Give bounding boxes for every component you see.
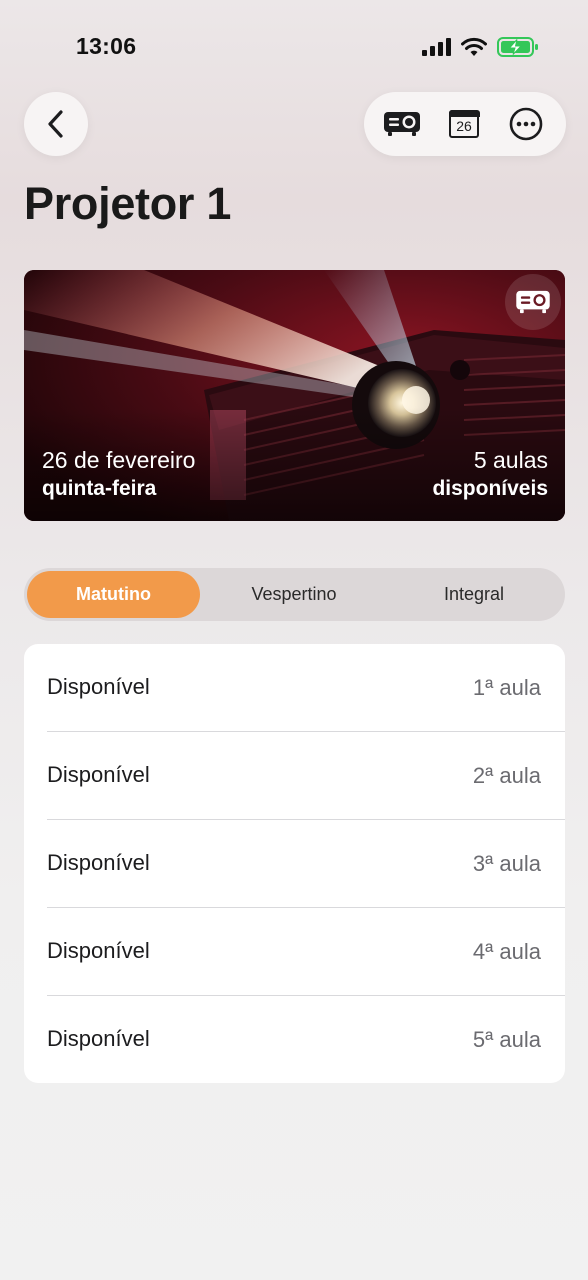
status-time: 13:06 <box>76 33 137 59</box>
page-title: Projetor 1 <box>24 178 232 229</box>
slot-status: Disponível <box>47 850 150 875</box>
list-item[interactable]: Disponível 1ª aula <box>24 644 565 732</box>
hero-weekday: quinta-feira <box>42 477 157 500</box>
battery-charging-icon <box>497 37 538 57</box>
slot-number: 3ª aula <box>472 851 541 876</box>
slot-number: 2ª aula <box>472 763 541 788</box>
slot-status: Disponível <box>47 762 150 787</box>
hero-available-count: 5 aulas <box>473 447 548 473</box>
segment-matutino[interactable]: Matutino <box>27 571 200 618</box>
hero-card: 26 de fevereiro quinta-feira 5 aulas dis… <box>24 270 565 521</box>
slot-list: Disponível 1ª aula Disponível 2ª aula Di… <box>24 644 565 1083</box>
slot-number: 4ª aula <box>472 939 541 964</box>
chevron-left-icon <box>48 110 63 138</box>
calendar-icon: 26 <box>448 109 480 138</box>
calendar-day: 26 <box>456 118 472 134</box>
ellipsis-circle-icon <box>509 107 543 141</box>
list-item[interactable]: Disponível 3ª aula <box>24 820 565 908</box>
projector-icon <box>516 290 550 314</box>
more-button[interactable] <box>506 104 546 144</box>
status-bar: 13:06 <box>0 0 588 90</box>
header-actions: 26 <box>364 92 566 156</box>
slot-status: Disponível <box>47 938 150 963</box>
projector-badge <box>505 274 561 330</box>
slot-number: 1ª aula <box>472 675 541 700</box>
segment-vespertino[interactable]: Vespertino <box>204 571 384 618</box>
list-item[interactable]: Disponível 4ª aula <box>24 908 565 996</box>
cellular-signal-icon <box>422 38 451 56</box>
wifi-icon <box>461 37 487 56</box>
slot-status: Disponível <box>47 674 150 699</box>
slot-number: 5ª aula <box>472 1027 541 1052</box>
list-item[interactable]: Disponível 5ª aula <box>24 996 565 1083</box>
calendar-button[interactable]: 26 <box>444 104 484 144</box>
hero-available-label: disponíveis <box>432 477 548 500</box>
list-item[interactable]: Disponível 2ª aula <box>24 732 565 820</box>
projector-button[interactable] <box>382 104 422 144</box>
back-button[interactable] <box>24 92 88 156</box>
hero-date: 26 de fevereiro <box>42 447 196 473</box>
segment-integral[interactable]: Integral <box>384 571 564 618</box>
projector-icon <box>384 112 420 136</box>
slot-status: Disponível <box>47 1026 150 1051</box>
period-segmented-control: Matutino Vespertino Integral <box>24 568 565 621</box>
